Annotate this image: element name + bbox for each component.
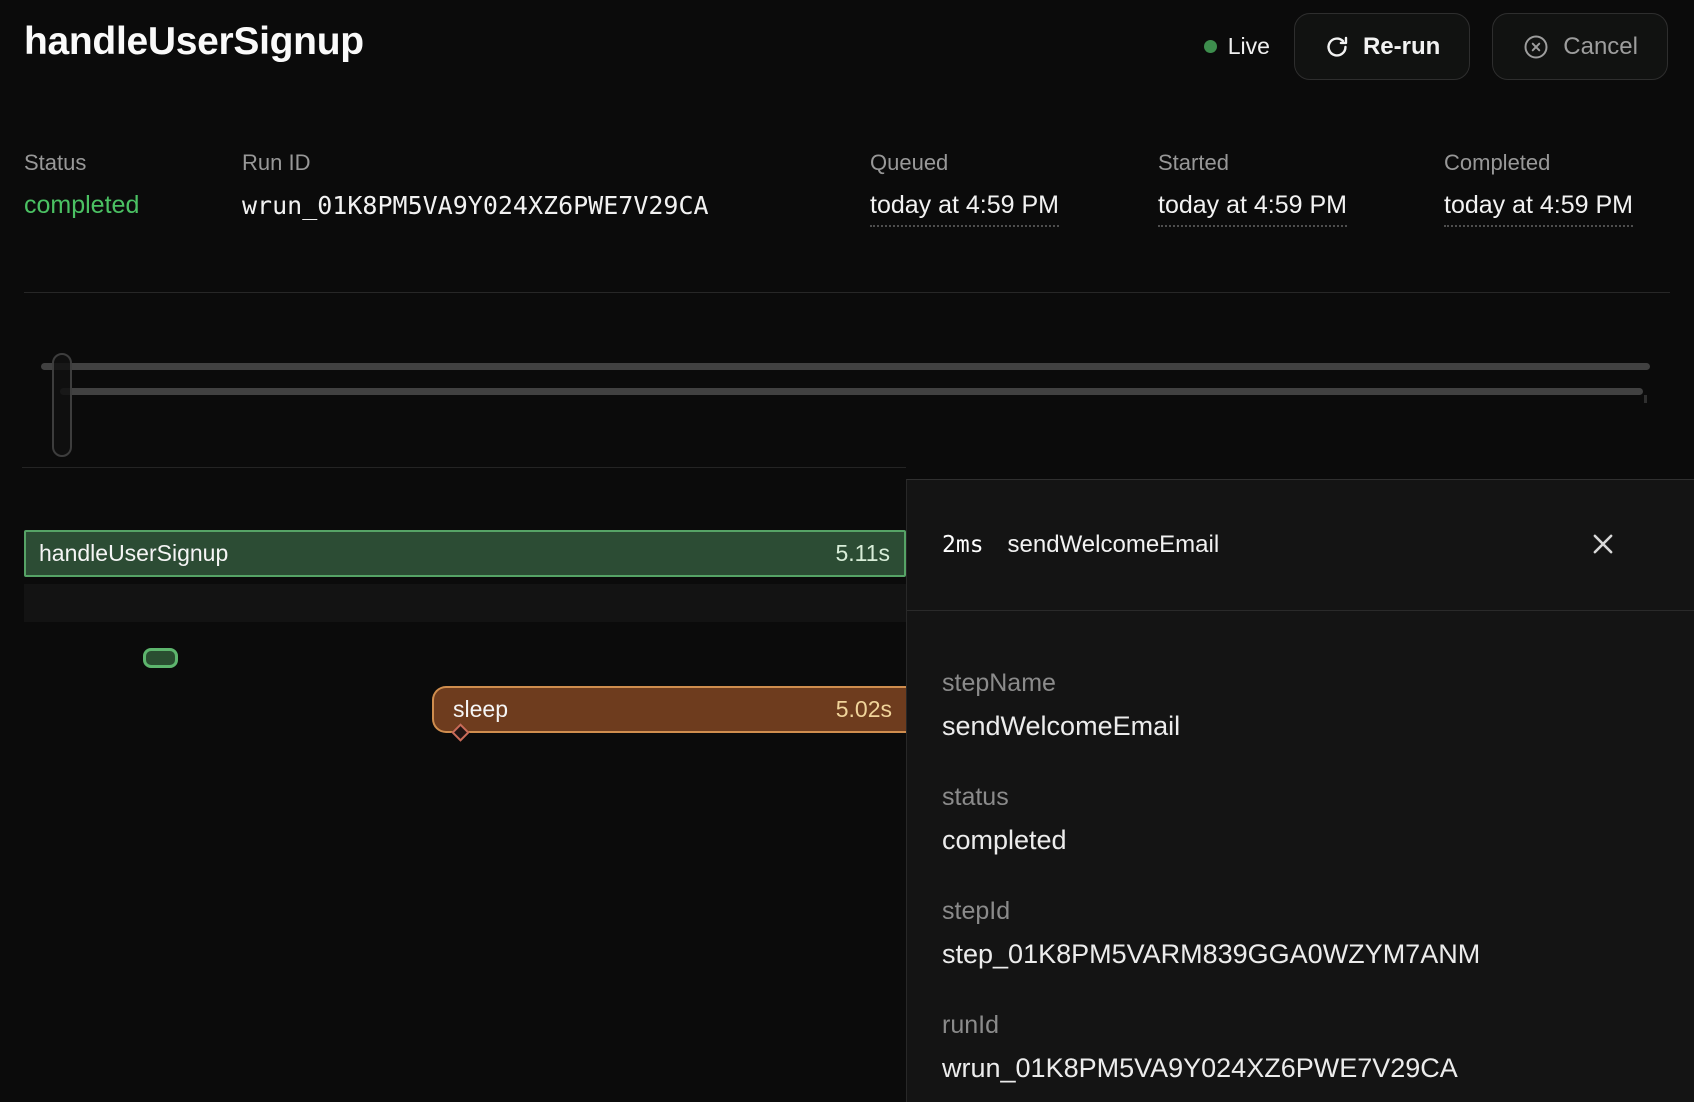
live-indicator: Live	[1204, 33, 1270, 60]
step-title: sendWelcomeEmail	[1008, 531, 1220, 559]
meta-completed-label: Completed	[1444, 150, 1633, 176]
minimap-brush-handle[interactable]	[52, 353, 72, 457]
minimap-span-sleep	[60, 388, 1643, 395]
meta-status: Status completed	[24, 150, 139, 220]
meta-completed: Completed today at 4:59 PM	[1444, 150, 1633, 227]
live-label: Live	[1228, 33, 1270, 60]
gantt-bar-sleep-duration: 5.02s	[836, 696, 892, 723]
field-step-id: stepId step_01K8PM5VARM839GGA0WZYM7ANM	[942, 895, 1659, 971]
field-status-value: completed	[942, 823, 1659, 857]
page-title: handleUserSignup	[24, 20, 364, 64]
meta-status-label: Status	[24, 150, 139, 176]
field-run-id-label: runId	[942, 1009, 1659, 1041]
step-detail-header: 2ms sendWelcomeEmail	[907, 480, 1694, 611]
field-run-id-value: wrun_01K8PM5VA9Y024XZ6PWE7V29CA	[942, 1051, 1659, 1085]
field-step-id-value: step_01K8PM5VARM839GGA0WZYM7ANM	[942, 937, 1659, 971]
field-step-name-label: stepName	[942, 667, 1659, 699]
step-detail-fields: stepName sendWelcomeEmail status complet…	[907, 611, 1694, 1085]
close-icon	[1588, 547, 1618, 562]
gantt-bar-sleep[interactable]: sleep 5.02s	[432, 686, 906, 733]
status-badge: completed	[24, 191, 139, 220]
field-step-name: stepName sendWelcomeEmail	[942, 667, 1659, 743]
meta-run-id-label: Run ID	[242, 150, 709, 176]
live-dot-icon	[1204, 40, 1217, 53]
step-detail-panel: 2ms sendWelcomeEmail stepName sendWelcom…	[906, 479, 1694, 1102]
completed-time[interactable]: today at 4:59 PM	[1444, 191, 1633, 227]
cancel-label: Cancel	[1563, 33, 1638, 61]
refresh-icon	[1324, 34, 1350, 60]
field-run-id: runId wrun_01K8PM5VA9Y024XZ6PWE7V29CA	[942, 1009, 1659, 1085]
field-step-id-label: stepId	[942, 895, 1659, 927]
minimap-brush-right-handle[interactable]	[1644, 395, 1647, 403]
gantt-bar-sleep-label: sleep	[453, 696, 508, 723]
meta-queued-label: Queued	[870, 150, 1059, 176]
header-actions: Live Re-run Cancel	[1204, 13, 1668, 80]
close-panel-button[interactable]	[1586, 528, 1620, 562]
started-time[interactable]: today at 4:59 PM	[1158, 191, 1347, 227]
gantt-bar-workflow[interactable]: handleUserSignup 5.11s	[24, 530, 906, 577]
gantt-row-highlight	[24, 584, 906, 622]
field-step-name-value: sendWelcomeEmail	[942, 709, 1659, 743]
minimap-span-workflow	[41, 363, 1650, 370]
step-duration: 2ms	[942, 532, 984, 558]
meta-run-id: Run ID wrun_01K8PM5VA9Y024XZ6PWE7V29CA	[242, 150, 709, 220]
gantt-bar-send-welcome-email[interactable]	[143, 648, 178, 668]
x-circle-icon	[1522, 33, 1550, 61]
field-status: status completed	[942, 781, 1659, 857]
gantt-bar-workflow-duration: 5.11s	[835, 540, 890, 567]
cancel-button[interactable]: Cancel	[1492, 13, 1668, 80]
meta-started: Started today at 4:59 PM	[1158, 150, 1347, 227]
gantt-divider	[22, 467, 906, 468]
field-status-label: status	[942, 781, 1659, 813]
rerun-label: Re-run	[1363, 33, 1440, 61]
meta-started-label: Started	[1158, 150, 1347, 176]
workflow-run-page: handleUserSignup Live Re-run Cancel	[0, 0, 1694, 1102]
section-divider	[24, 292, 1670, 293]
gantt-bar-workflow-label: handleUserSignup	[39, 540, 228, 567]
run-id-value: wrun_01K8PM5VA9Y024XZ6PWE7V29CA	[242, 191, 709, 220]
queued-time[interactable]: today at 4:59 PM	[870, 191, 1059, 227]
meta-queued: Queued today at 4:59 PM	[870, 150, 1059, 227]
rerun-button[interactable]: Re-run	[1294, 13, 1470, 80]
